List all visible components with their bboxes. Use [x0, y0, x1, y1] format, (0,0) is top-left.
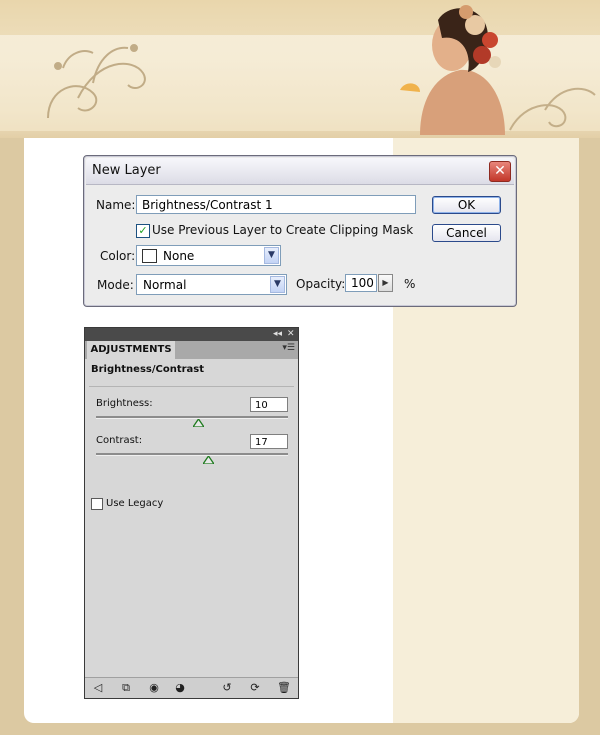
mode-label: Mode: — [97, 278, 134, 292]
brightness-label: Brightness: — [96, 398, 153, 409]
opacity-slider-toggle[interactable]: ▶ — [378, 274, 393, 292]
opacity-unit: % — [404, 277, 416, 291]
cancel-button[interactable]: Cancel — [432, 224, 501, 242]
ok-button[interactable]: OK — [432, 196, 501, 214]
new-layer-dialog: New Layer ✕ Name: Brightness/Contrast 1 … — [83, 155, 517, 307]
clipping-mask-checkbox[interactable]: ✓ — [136, 224, 150, 238]
collapse-icon[interactable]: ◂◂ — [273, 328, 282, 341]
contrast-label: Contrast: — [96, 435, 143, 446]
mode-select[interactable]: Normal ▼ — [136, 274, 287, 295]
use-legacy-label: Use Legacy — [106, 498, 164, 509]
panel-bottom-toolbar: ◁ ⧉ ◉ ◕ ↺ ⟳ 🗑 — [85, 677, 298, 698]
chevron-down-icon: ▼ — [270, 276, 285, 293]
brightness-input[interactable]: 10 — [250, 397, 288, 412]
eye-icon[interactable]: ◕ — [173, 681, 187, 695]
opacity-input[interactable]: 100 — [345, 274, 377, 292]
flourish-ornament-left — [47, 44, 146, 119]
panel-menu-icon[interactable]: ▾☰ — [282, 343, 295, 353]
divider — [89, 386, 294, 387]
color-select-value: None — [163, 249, 195, 263]
contrast-input[interactable]: 17 — [250, 434, 288, 449]
checkmark-icon: ✓ — [138, 224, 148, 237]
close-button[interactable]: ✕ — [489, 161, 511, 182]
use-legacy-checkbox[interactable] — [91, 498, 103, 510]
name-label: Name: — [96, 198, 136, 212]
brightness-slider-thumb[interactable] — [193, 419, 204, 427]
adjustments-panel: ◂◂ ✕ ADJUSTMENTS ▾☰ Brightness/Contrast … — [84, 327, 299, 699]
flourish-ornament-right — [509, 87, 596, 131]
chevron-down-icon: ▼ — [264, 247, 279, 264]
reset-icon[interactable]: ⟳ — [248, 681, 262, 695]
chevron-right-icon: ▶ — [382, 278, 389, 287]
dialog-titlebar: New Layer ✕ — [86, 158, 514, 185]
contrast-slider-thumb[interactable] — [203, 456, 214, 464]
layer-name-input[interactable]: Brightness/Contrast 1 — [136, 195, 416, 214]
color-swatch — [142, 249, 157, 263]
trash-icon[interactable]: 🗑 — [277, 681, 291, 695]
brightness-slider[interactable] — [96, 416, 288, 419]
close-icon[interactable]: ✕ — [287, 328, 295, 341]
header-banner — [0, 0, 600, 138]
mode-select-value: Normal — [143, 278, 187, 292]
visibility-toggle-icon[interactable]: ◉ — [147, 681, 161, 695]
clipping-mask-label: Use Previous Layer to Create Clipping Ma… — [152, 223, 414, 237]
dialog-title: New Layer — [92, 163, 161, 178]
clip-toggle-icon[interactable]: ⧉ — [119, 681, 133, 695]
contrast-slider[interactable] — [96, 453, 288, 456]
color-select[interactable]: None ▼ — [136, 245, 281, 266]
woman-portrait-image — [400, 5, 505, 135]
view-previous-icon[interactable]: ↺ — [220, 681, 234, 695]
panel-topbar: ◂◂ ✕ — [85, 328, 298, 341]
color-label: Color: — [100, 249, 136, 263]
panel-tabbar: ADJUSTMENTS ▾☰ — [85, 341, 298, 359]
back-arrow-icon[interactable]: ◁ — [91, 681, 105, 695]
close-icon: ✕ — [494, 163, 506, 179]
tab-adjustments[interactable]: ADJUSTMENTS — [87, 341, 175, 359]
adjustment-title: Brightness/Contrast — [91, 364, 205, 375]
opacity-label: Opacity: — [296, 277, 346, 291]
